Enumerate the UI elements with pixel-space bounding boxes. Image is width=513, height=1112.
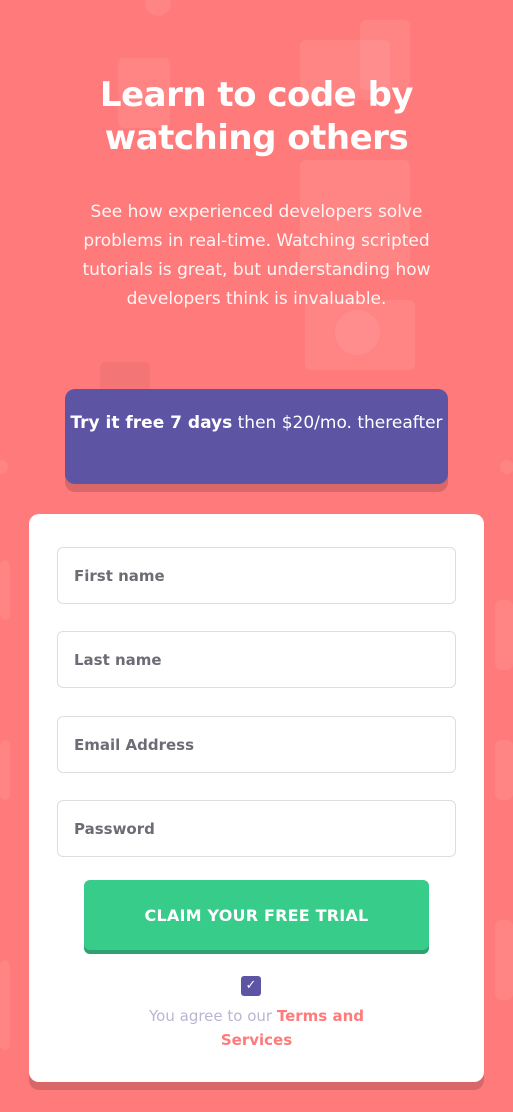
password-input[interactable] [57,800,456,857]
email-input[interactable] [57,716,456,773]
hero-description: See how experienced developers solve pro… [82,202,431,309]
terms-agreement: You agree to our Terms and Services [29,1004,484,1052]
signup-form: CLAIM YOUR FREE TRIAL ✓ You agree to our… [29,514,484,1082]
terms-checkbox[interactable]: ✓ [241,976,261,996]
first-name-input[interactable] [57,547,456,604]
claim-free-trial-button[interactable]: CLAIM YOUR FREE TRIAL [84,880,429,950]
pricing-banner: Try it free 7 days then $20/mo. thereaft… [65,389,448,484]
checkmark-icon: ✓ [245,978,257,993]
hero-section: Learn to code by watching others See how… [0,74,513,314]
last-name-input[interactable] [57,631,456,688]
pricing-banner-bold: Try it free 7 days [70,413,233,433]
pricing-banner-text: then $20/mo. thereafter [232,413,443,433]
terms-agreement-text: You agree to our [149,1007,277,1025]
page-title: Learn to code by watching others [99,75,414,158]
